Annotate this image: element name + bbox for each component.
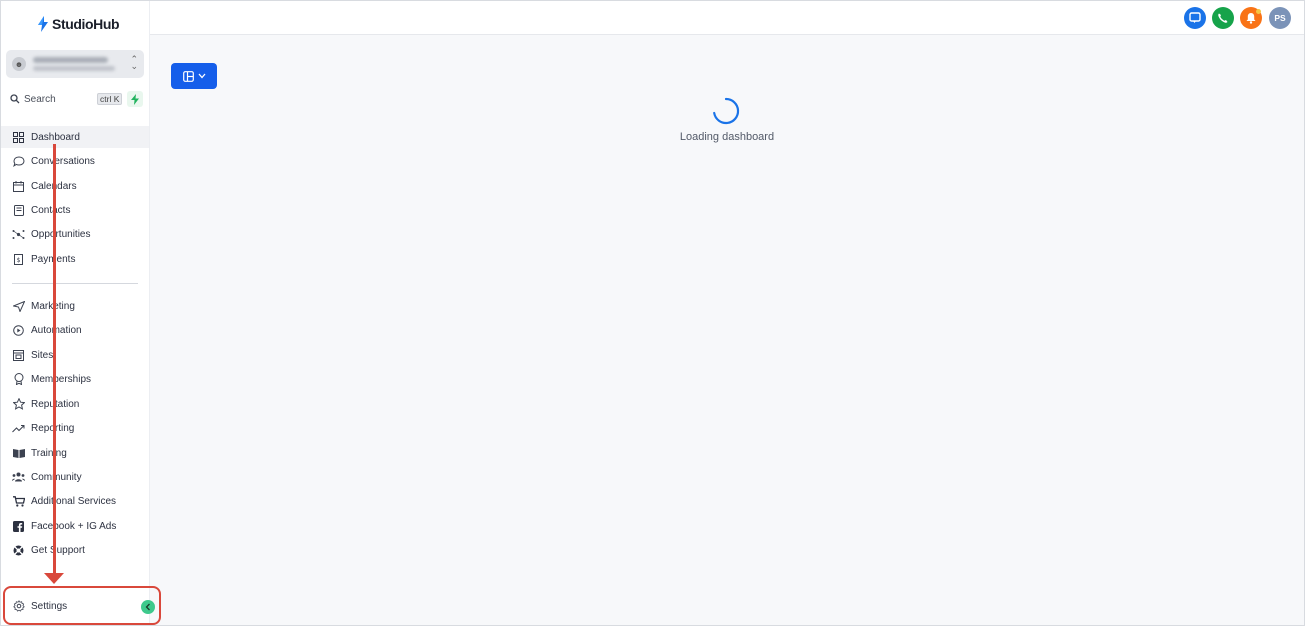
sidebar-item-reputation[interactable]: Reputation	[1, 393, 149, 415]
phone-button[interactable]	[1212, 7, 1234, 29]
star-icon	[12, 398, 25, 411]
book-icon	[12, 447, 25, 460]
sites-icon	[12, 349, 25, 362]
sidebar-item-memberships[interactable]: Memberships	[1, 368, 149, 390]
collapse-sidebar-button[interactable]	[141, 600, 155, 614]
bell-icon	[1246, 13, 1256, 24]
sidebar-item-payments[interactable]: $ Payments	[1, 248, 149, 270]
dashboard-icon	[12, 131, 25, 144]
sidebar-item-get-support[interactable]: Get Support	[1, 539, 149, 561]
sidebar-item-marketing[interactable]: Marketing	[1, 295, 149, 317]
loading-spinner-icon	[713, 97, 740, 125]
chevron-down-icon	[198, 73, 205, 79]
chevron-left-icon	[145, 603, 150, 611]
user-icon: ☻	[12, 57, 26, 71]
sidebar-item-contacts[interactable]: Contacts	[1, 199, 149, 221]
sidebar-item-label: Conversations	[31, 155, 95, 167]
annotation-arrow-line	[53, 144, 56, 575]
sidebar-item-label: Facebook + IG Ads	[31, 520, 117, 532]
sidebar-item-label: Automation	[31, 324, 82, 336]
sidebar-item-dashboard[interactable]: Dashboard	[1, 126, 149, 148]
sidebar-item-label: Dashboard	[31, 131, 80, 143]
people-icon	[12, 471, 25, 484]
chat-bubble-icon	[12, 155, 25, 168]
phone-icon	[1218, 13, 1228, 23]
user-initials: PS	[1274, 13, 1286, 23]
search-label: Search	[24, 93, 56, 105]
chat-button[interactable]	[1184, 7, 1206, 29]
layout-icon	[182, 70, 194, 82]
sidebar-item-conversations[interactable]: Conversations	[1, 150, 149, 172]
lightning-logo-icon	[38, 16, 48, 32]
award-icon	[12, 373, 25, 386]
receipt-icon: $	[12, 253, 25, 266]
sidebar-item-community[interactable]: Community	[1, 466, 149, 488]
sidebar-item-label: Contacts	[31, 204, 71, 216]
sidebar-item-reporting[interactable]: Reporting	[1, 417, 149, 439]
search-shortcut: ctrl K	[97, 93, 123, 105]
layout-toggle-button[interactable]	[171, 63, 217, 89]
sidebar-item-automation[interactable]: Automation	[1, 319, 149, 341]
annotation-arrow-head	[44, 573, 64, 584]
app-logo[interactable]: StudioHub	[37, 16, 120, 32]
svg-text:$: $	[17, 257, 21, 264]
sidebar-item-label: Get Support	[31, 544, 85, 556]
notification-dot	[1256, 9, 1261, 14]
search-bar[interactable]: Search ctrl K	[6, 90, 144, 108]
chevron-up-down-icon: ⌃ ⌄	[130, 54, 138, 71]
sidebar-item-facebook-ig-ads[interactable]: Facebook + IG Ads	[1, 515, 149, 537]
sidebar-item-training[interactable]: Training	[1, 442, 149, 464]
search-icon	[10, 94, 20, 104]
contact-card-icon	[12, 204, 25, 217]
sidebar-item-label: Additional Services	[31, 495, 117, 507]
automation-icon	[12, 324, 25, 337]
sidebar-item-additional-services[interactable]: Additional Services	[1, 490, 149, 512]
sidebar-item-label: Memberships	[31, 373, 92, 385]
sidebar: StudioHub ☻ ⌃ ⌄ Search ctrl K Dashboard …	[1, 1, 150, 625]
chat-icon	[1189, 12, 1201, 23]
lifebuoy-icon	[12, 544, 25, 557]
user-avatar-button[interactable]: PS	[1269, 7, 1291, 29]
trend-icon	[12, 422, 25, 435]
network-icon	[12, 228, 25, 241]
sidebar-item-sites[interactable]: Sites	[1, 344, 149, 366]
annotation-highlight-box	[3, 586, 161, 625]
account-location-redacted	[33, 66, 115, 71]
sidebar-divider	[12, 283, 138, 284]
sidebar-item-label: Opportunities	[31, 228, 91, 240]
account-switcher[interactable]: ☻ ⌃ ⌄	[6, 50, 144, 78]
account-name-redacted	[33, 57, 108, 63]
sidebar-item-label: Training	[31, 447, 67, 459]
lightning-icon	[131, 93, 139, 105]
sidebar-item-opportunities[interactable]: Opportunities	[1, 223, 149, 245]
notifications-button[interactable]	[1240, 7, 1262, 29]
app-window: StudioHub ☻ ⌃ ⌄ Search ctrl K Dashboard …	[0, 0, 1305, 626]
cart-icon	[12, 495, 25, 508]
app-name: StudioHub	[52, 16, 120, 32]
sidebar-item-label: Sites	[31, 349, 54, 361]
sidebar-item-calendars[interactable]: Calendars	[1, 175, 149, 197]
facebook-icon	[12, 520, 25, 533]
loading-message: Loading dashboard	[679, 131, 775, 143]
quick-actions-button[interactable]	[127, 91, 143, 107]
sidebar-item-label: Community	[31, 471, 82, 483]
calendar-icon	[12, 180, 25, 193]
top-header: PS	[150, 1, 1304, 35]
send-icon	[12, 300, 25, 313]
